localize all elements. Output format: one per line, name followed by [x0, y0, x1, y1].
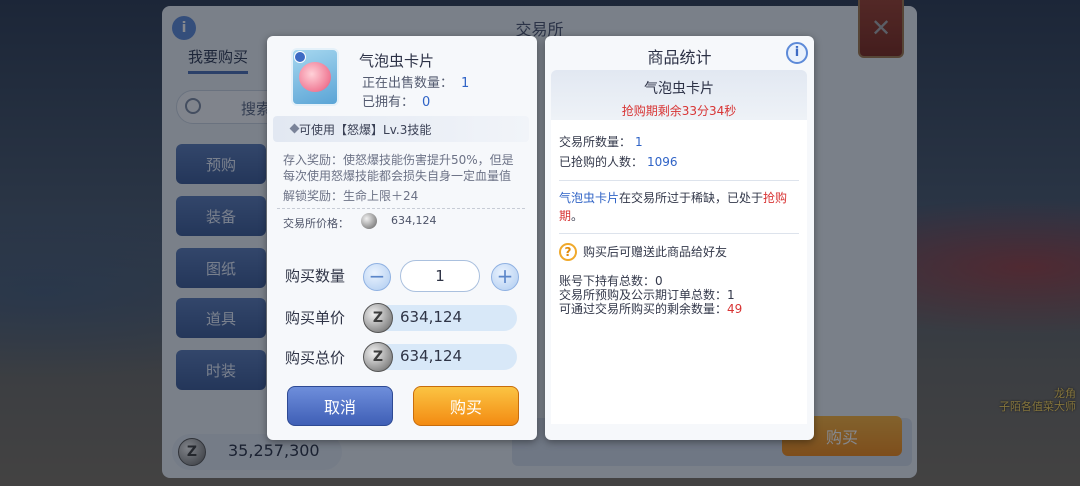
item-statistics-dialog: 商品统计 i 气泡虫卡片 抢购期剩余33分34秒 交易所数量： 1 已抢购的人数：… [545, 36, 814, 440]
stats-panel: 气泡虫卡片 抢购期剩余33分34秒 交易所数量： 1 已抢购的人数： 1096 气泡… [551, 70, 807, 424]
unit-price-field: Z 634,124 [363, 303, 517, 333]
diamond-bullet-icon [289, 123, 300, 134]
skill-prefix: 可使用【 [299, 123, 348, 137]
buy-button[interactable]: 购买 [413, 386, 519, 426]
unit-price-value: 634,124 [400, 308, 463, 326]
deposit-reward: 存入奖励：使怒爆技能伤害提升50%，但是每次使用怒爆技能都会损失自身一定血量值 [283, 153, 514, 183]
item-description[interactable]: 可使用【怒爆】Lv.3技能 存入奖励：使怒爆技能伤害提升50%，但是每次使用怒爆… [273, 116, 529, 246]
exchange-price-label: 交易所价格： [283, 217, 349, 230]
info-icon[interactable]: i [786, 42, 808, 64]
exchange-count-row: 交易所数量： 1 [559, 132, 799, 152]
owned-label: 已拥有： [362, 95, 415, 110]
remaining-value: 49 [727, 302, 743, 316]
exchange-count-label: 交易所数量： [559, 135, 632, 149]
bubble-bug-card-image [291, 48, 339, 106]
zeny-coin-icon [361, 213, 377, 229]
reward-text: 存入奖励：使怒爆技能伤害提升50%，但是每次使用怒爆技能都会损失自身一定血量值 … [273, 142, 529, 204]
qty-minus-button[interactable]: − [363, 263, 391, 291]
total-price-value: 634,124 [400, 347, 463, 365]
gift-text: 购买后可赠送此商品给好友 [583, 245, 728, 259]
stats-body: 交易所数量： 1 已抢购的人数： 1096 气泡虫卡片在交易所过于稀缺，已处于抢购期… [551, 120, 807, 424]
stats-title: 商品统计 [647, 48, 712, 67]
question-icon: ? [559, 243, 577, 261]
skill-name: 怒爆 [347, 123, 372, 137]
grabbed-label: 已抢购的人数： [559, 155, 644, 169]
scarce-end: 。 [571, 209, 584, 223]
qty-label: 购买数量 [285, 267, 346, 285]
remaining-total-row: 可通过交易所购买的剩余数量：49 [559, 302, 799, 316]
exchange-price-row: 交易所价格： 634,124 [273, 209, 529, 230]
exchange-price-value: 634,124 [391, 214, 437, 227]
total-price-field: Z 634,124 [363, 342, 517, 372]
divider [559, 233, 799, 234]
scarcity-notice: 气泡虫卡片在交易所过于稀缺，已处于抢购期。 [559, 189, 799, 225]
grabbed-count-row: 已抢购的人数： 1096 [559, 152, 799, 172]
held-value: 0 [655, 274, 663, 288]
zeny-coin-icon: Z [363, 303, 393, 333]
preorders-value: 1 [727, 288, 735, 302]
countdown-timer: 抢购期剩余33分34秒 [621, 104, 737, 118]
totals-block: 账号下持有总数：0 交易所预购及公示期订单总数：1 可通过交易所购买的剩余数量：… [559, 274, 799, 316]
purchase-dialog: 气泡虫卡片 正在出售数量： 1 已拥有： 0 可使用【怒爆】Lv.3技能 存入奖励：… [267, 36, 537, 440]
preorder-total-row: 交易所预购及公示期订单总数：1 [559, 288, 799, 302]
divider [559, 180, 799, 181]
modal-overlay[interactable] [0, 0, 1080, 486]
qty-plus-button[interactable]: + [491, 263, 519, 291]
scarce-item-name: 气泡虫卡片 [559, 191, 620, 205]
owned-count: 已拥有： 0 [362, 91, 430, 110]
gift-notice: ? 购买后可赠送此商品给好友 [559, 242, 799, 262]
zeny-coin-icon: Z [363, 342, 393, 372]
exchange-count-value: 1 [635, 135, 643, 149]
held-label: 账号下持有总数： [559, 274, 656, 288]
preorders-label: 交易所预购及公示期订单总数： [559, 288, 728, 302]
unlock-reward: 解锁奖励：生命上限＋24 [283, 189, 419, 203]
stats-header: 气泡虫卡片 抢购期剩余33分34秒 [551, 70, 807, 120]
remaining-label: 可通过交易所购买的剩余数量： [559, 302, 728, 316]
close-button-dim [858, 0, 904, 58]
grabbed-value: 1096 [647, 155, 678, 169]
skill-suffix: 】Lv.3技能 [371, 123, 432, 137]
item-name: 气泡虫卡片 [359, 52, 435, 70]
owned-value: 0 [422, 95, 431, 110]
total-price-label: 购买总价 [285, 349, 346, 367]
stats-item-name: 气泡虫卡片 [644, 81, 714, 97]
bubble-bug-icon [299, 62, 331, 92]
on-sale-label: 正在出售数量： [362, 76, 454, 91]
qty-input[interactable]: 1 [400, 260, 480, 292]
card-badge-icon [294, 51, 306, 63]
held-total-row: 账号下持有总数：0 [559, 274, 799, 288]
cancel-button[interactable]: 取消 [287, 386, 393, 426]
scarce-text: 在交易所过于稀缺，已处于 [619, 191, 764, 205]
on-sale-value: 1 [461, 76, 470, 91]
on-sale-count: 正在出售数量： 1 [362, 72, 469, 91]
skill-header: 可使用【怒爆】Lv.3技能 [273, 116, 529, 142]
unit-price-label: 购买单价 [285, 309, 346, 327]
